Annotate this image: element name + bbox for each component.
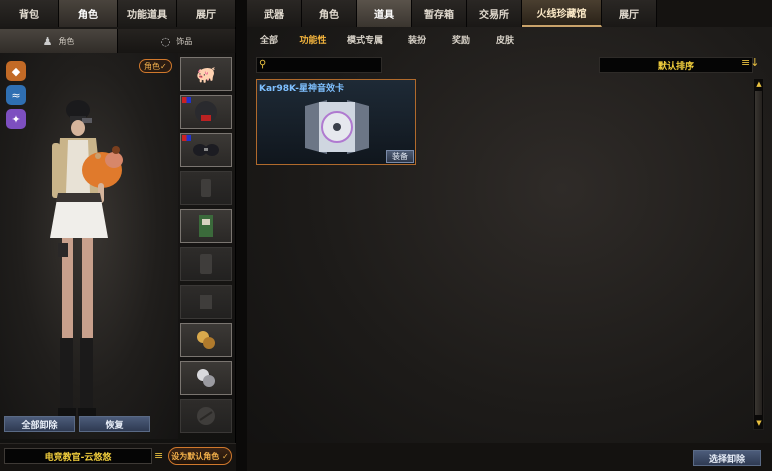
vest-placeholder-icon [200, 254, 212, 274]
character-icon: ♟ [42, 34, 53, 48]
tab-collection[interactable]: 火线珍藏馆 [522, 0, 602, 27]
list-icon[interactable]: ≡ [154, 449, 164, 463]
tab-exchange[interactable]: 交易所 [467, 0, 522, 27]
item-card[interactable]: Kar98K-星神音效卡 装备 [256, 79, 416, 165]
slot-pendant-gold[interactable] [180, 323, 232, 357]
scroll-down-icon[interactable]: ▼ [755, 419, 763, 428]
search-icon: ⚲ [259, 59, 267, 70]
sort-select[interactable]: 默认排序 [599, 57, 753, 73]
subtab-character-label: 角色 [58, 36, 75, 46]
slot-body[interactable] [180, 171, 232, 205]
left-subtab-bar: ♟ 角色 ◌ 饰品 [0, 29, 236, 53]
character-bottom-bar: 电竞教官-云悠悠 ≡ 设为默认角色 ✓ [0, 443, 236, 471]
tab-function-items[interactable]: 功能道具 [118, 0, 177, 27]
tab-items[interactable]: 道具 [357, 0, 412, 27]
slot-spray[interactable] [180, 399, 232, 433]
filter-functional[interactable]: 功能性 [291, 29, 335, 49]
filter-all[interactable]: 全部 [247, 29, 291, 49]
slot-pendant-silver[interactable] [180, 361, 232, 395]
subtab-accessory-label: 饰品 [176, 36, 193, 46]
slot-vest[interactable] [180, 209, 232, 243]
tab-bag[interactable]: 背包 [0, 0, 59, 27]
slot-helmet[interactable] [180, 95, 232, 129]
tab-storage[interactable]: 暂存箱 [412, 0, 467, 27]
glove-placeholder-icon [200, 295, 212, 309]
filter-skins[interactable]: 皮肤 [483, 29, 527, 49]
role-tag[interactable]: 角色✓ [139, 59, 172, 73]
tab-weapons[interactable]: 武器 [247, 0, 302, 27]
tab-character[interactable]: 角色 [59, 0, 118, 27]
left-tab-bar: 背包 角色 功能道具 展厅 [0, 0, 236, 27]
filter-mode-exclusive[interactable]: 模式专属 [335, 29, 395, 49]
subtab-accessory[interactable]: ◌ 饰品 [118, 29, 236, 53]
tab-showroom[interactable]: 展厅 [177, 0, 236, 27]
scrollbar[interactable]: ▲ ▼ [753, 78, 764, 430]
flag-icon [182, 97, 191, 103]
character-name-select[interactable]: 电竞教官-云悠悠 [4, 448, 152, 464]
accessory-icon: ◌ [160, 34, 171, 48]
silver-chain-icon [197, 369, 215, 387]
armor-placeholder-icon [201, 179, 211, 197]
filter-cosmetic[interactable]: 装扮 [395, 29, 439, 49]
search-input[interactable]: ⚲ [256, 57, 382, 73]
sort-order-icon[interactable]: ≡↓ [741, 56, 759, 69]
helmet-icon [195, 101, 217, 123]
vest-icon [199, 215, 213, 237]
filter-rewards[interactable]: 奖励 [439, 29, 483, 49]
preview-actions: 全部卸除 恢复 [4, 416, 150, 432]
select-remove-button[interactable]: 选择卸除 [693, 450, 761, 466]
slot-pet[interactable]: 🐖 [180, 57, 232, 91]
restore-button[interactable]: 恢复 [79, 416, 150, 432]
item-title: Kar98K-星神音效卡 [259, 84, 344, 94]
panel-divider [236, 0, 247, 471]
gold-chain-icon [197, 331, 215, 349]
slot-vest-alt[interactable] [180, 247, 232, 281]
tab-roles[interactable]: 角色 [302, 0, 357, 27]
subtab-character[interactable]: ♟ 角色 [0, 29, 118, 53]
character-preview: ◆ ≈ ✦ 角色✓ [0, 53, 178, 439]
character-model [50, 100, 123, 416]
equip-button[interactable]: 装备 [386, 150, 414, 163]
inventory-panel: 武器 角色 道具 暂存箱 交易所 火线珍藏馆 展厅 全部 功能性 模式专属 装扮… [247, 0, 772, 471]
slot-gloves[interactable] [180, 285, 232, 319]
tab-hall[interactable]: 展厅 [602, 0, 657, 27]
sound-card-icon [305, 100, 369, 154]
character-panel: 背包 角色 功能道具 展厅 ♟ 角色 ◌ 饰品 ◆ ≈ ✦ 角色✓ 🐖 全部卸除… [0, 0, 236, 471]
spray-placeholder-icon [197, 407, 215, 425]
equipment-slots: 🐖 [180, 57, 233, 437]
slot-goggles[interactable] [180, 133, 232, 167]
set-default-button[interactable]: 设为默认角色 ✓ [168, 447, 232, 465]
scroll-up-icon[interactable]: ▲ [755, 80, 763, 89]
filter-bar: 全部 功能性 模式专属 装扮 奖励 皮肤 [247, 29, 772, 49]
remove-all-button[interactable]: 全部卸除 [4, 416, 75, 432]
scroll-thumb[interactable] [755, 91, 762, 415]
feather-icon[interactable]: ✦ [6, 109, 26, 129]
pig-plush-icon: 🐖 [196, 64, 216, 84]
fox-icon[interactable]: ◆ [6, 61, 26, 81]
goggles-icon [193, 144, 219, 156]
inventory-tab-bar: 武器 角色 道具 暂存箱 交易所 火线珍藏馆 展厅 [247, 0, 772, 27]
inventory-bottom-bar: 选择卸除 [247, 443, 772, 471]
wave-icon[interactable]: ≈ [6, 85, 26, 105]
flag-icon [182, 135, 191, 141]
